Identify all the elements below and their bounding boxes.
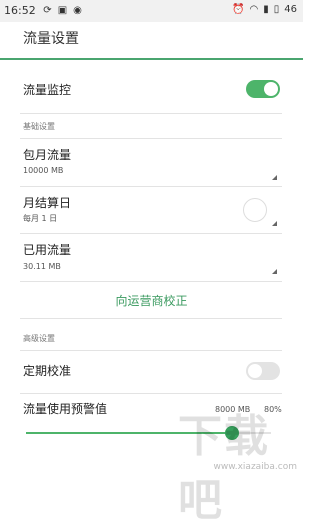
alarm-icon: ⏰ <box>232 4 245 15</box>
divider <box>20 113 282 114</box>
toggle-knob <box>264 82 278 96</box>
divider <box>20 233 282 234</box>
toggle-knob <box>248 364 262 378</box>
monthly-value: 10000 MB <box>23 166 64 175</box>
sync-icon: ⟳ <box>43 5 52 16</box>
monthly-label: 包月流量 <box>23 148 72 162</box>
signal-icon: ▮ <box>263 4 269 15</box>
dropdown-corner-icon <box>272 269 277 274</box>
billing-day-selector[interactable] <box>243 198 267 222</box>
divider <box>20 186 282 187</box>
page-title: 流量设置 <box>23 31 79 47</box>
divider <box>20 350 282 351</box>
billing-day-value: 每月 1 日 <box>23 214 58 223</box>
battery-level: 46 <box>284 4 297 15</box>
monitor-toggle[interactable] <box>246 80 280 98</box>
used-row[interactable]: 已用流量 30.11 MB <box>0 235 303 281</box>
title-bar: 流量设置 <box>0 22 303 60</box>
monitor-label: 流量监控 <box>23 83 72 97</box>
image-icon: ▣ <box>57 5 68 16</box>
divider <box>20 281 282 282</box>
scheduled-toggle[interactable] <box>246 362 280 380</box>
battery-icon: ▯ <box>273 4 280 15</box>
divider <box>20 393 282 394</box>
status-time: 16:52 <box>4 4 36 17</box>
divider <box>20 318 282 319</box>
monthly-row[interactable]: 包月流量 10000 MB <box>0 140 303 186</box>
scheduled-row[interactable]: 定期校准 <box>0 352 303 392</box>
dropdown-corner-icon <box>272 175 277 180</box>
billing-day-row[interactable]: 月结算日 每月 1 日 <box>0 188 303 234</box>
status-bar: 16:52 ⟳ ▣ ◉ ⏰ ◠ ▮ ▯ 46 <box>0 0 303 22</box>
used-label: 已用流量 <box>23 243 72 257</box>
scheduled-label: 定期校准 <box>23 364 72 378</box>
warning-label: 流量使用预警值 <box>23 402 108 416</box>
basic-section-title: 基础设置 <box>23 122 55 131</box>
dropdown-corner-icon <box>272 221 277 226</box>
wifi-icon: ◠ <box>249 4 259 15</box>
billing-day-label: 月结算日 <box>23 196 72 210</box>
watermark-text: www.xiazaiba.com <box>213 462 297 472</box>
advanced-section-title: 高级设置 <box>23 334 55 343</box>
notification-icon: ◉ <box>73 5 82 16</box>
used-value: 30.11 MB <box>23 262 61 271</box>
divider <box>20 138 282 139</box>
calibrate-link[interactable]: 向运营商校正 <box>0 292 303 309</box>
monitor-row[interactable]: 流量监控 <box>0 70 303 110</box>
